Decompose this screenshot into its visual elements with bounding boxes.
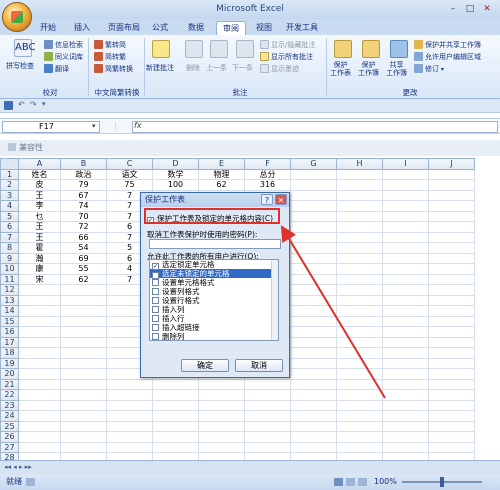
arrow-line: [280, 225, 386, 399]
office-button[interactable]: [2, 2, 32, 32]
annotation-arrow: [280, 225, 386, 399]
